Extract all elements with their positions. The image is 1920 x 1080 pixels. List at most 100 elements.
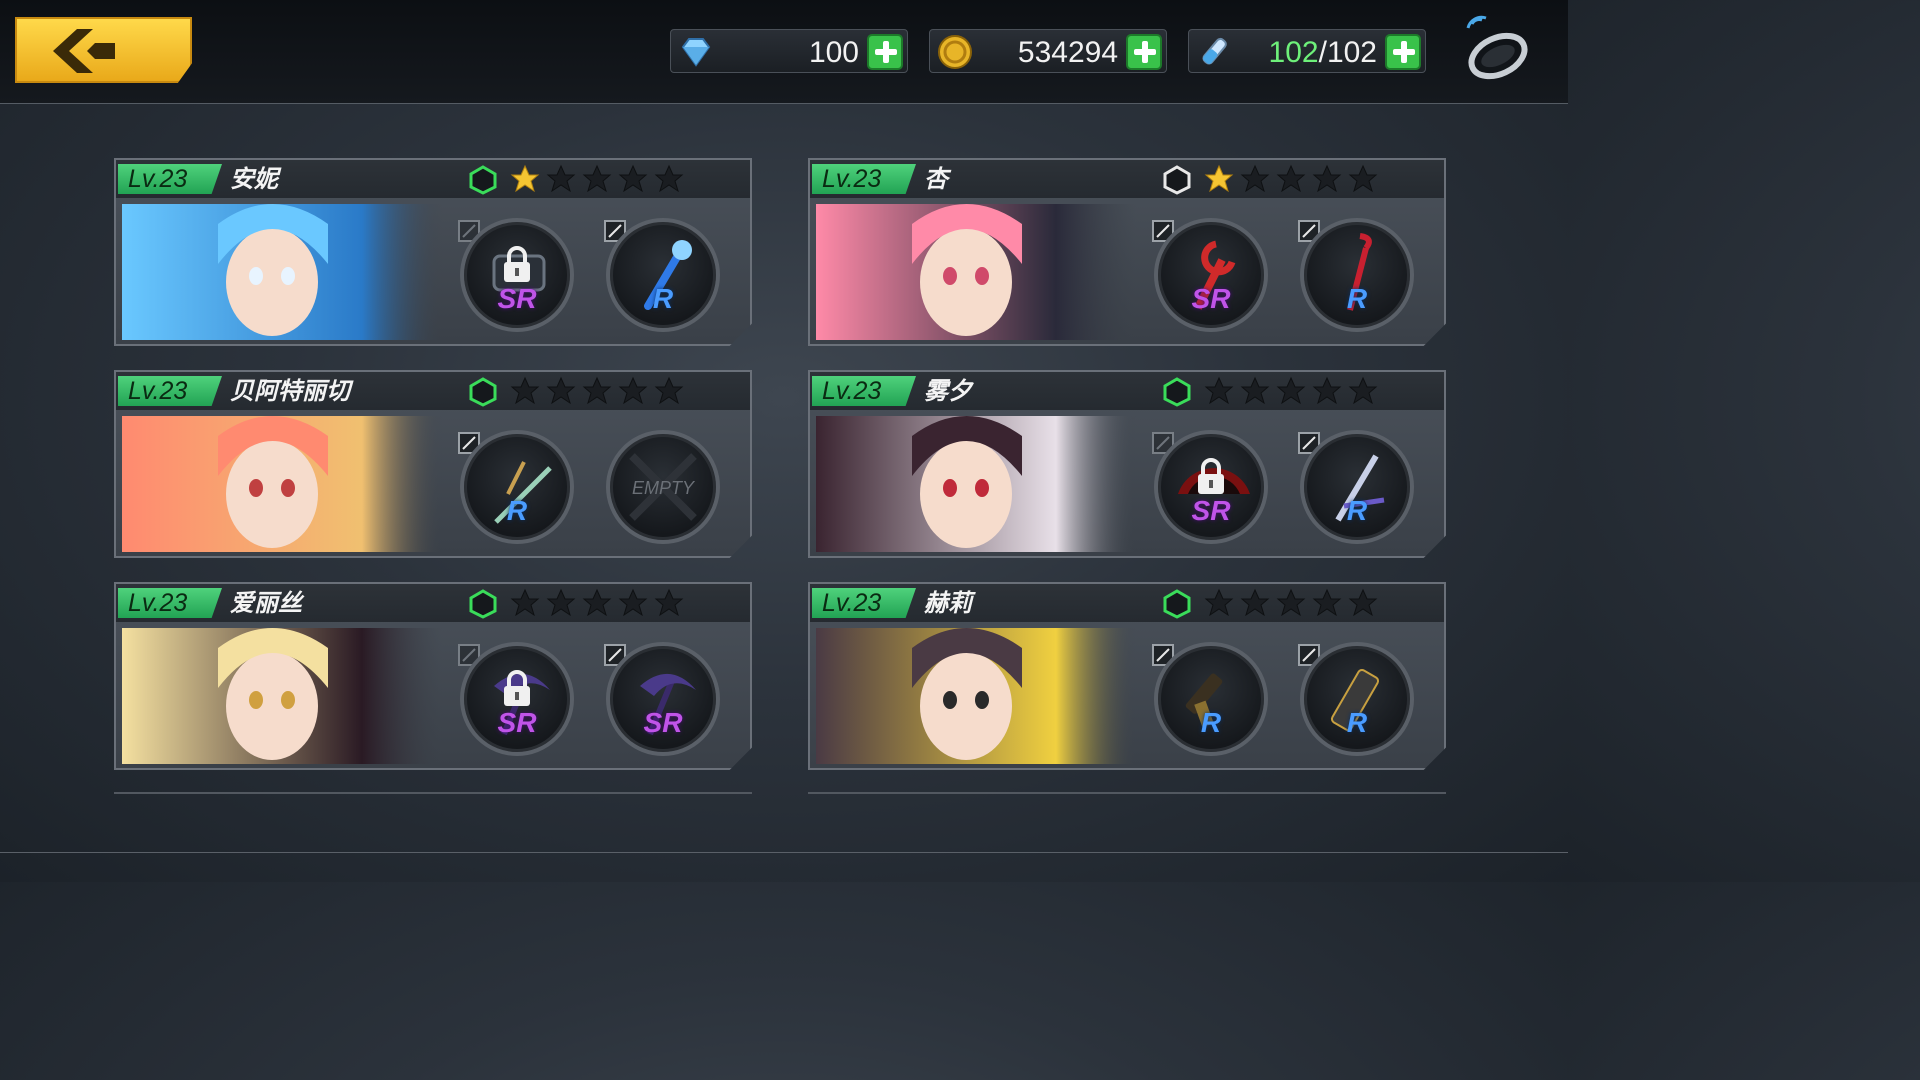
character-portrait bbox=[122, 204, 442, 340]
star-icon bbox=[618, 588, 648, 617]
star-rating bbox=[1204, 164, 1378, 196]
weapon-slot[interactable]: SR bbox=[460, 218, 574, 332]
star-icon bbox=[1276, 164, 1306, 193]
weapon-slot[interactable]: R bbox=[460, 430, 574, 544]
character-portrait bbox=[816, 416, 1136, 552]
settings-ring-icon[interactable] bbox=[1460, 14, 1532, 86]
hexagon-icon bbox=[1163, 377, 1191, 407]
star-icon bbox=[546, 376, 576, 405]
weapon-slot[interactable]: SR bbox=[460, 642, 574, 756]
star-icon bbox=[582, 376, 612, 405]
star-rating bbox=[510, 588, 684, 620]
weapon-slot[interactable]: R bbox=[1154, 642, 1268, 756]
card-header: Lv.23 贝阿特丽切 bbox=[116, 372, 750, 410]
character-name: 安妮 bbox=[230, 165, 278, 193]
card-header: Lv.23 雾夕 bbox=[810, 372, 1444, 410]
rarity-label: SR bbox=[1191, 283, 1231, 314]
level-badge: Lv.23 bbox=[812, 376, 916, 406]
star-icon bbox=[1240, 588, 1270, 617]
empty-slot-label: EMPTY bbox=[631, 478, 694, 498]
character-card[interactable]: Lv.23 爱丽丝 SR SR bbox=[114, 582, 752, 770]
star-icon bbox=[1348, 376, 1378, 405]
weapon-slot[interactable]: SR bbox=[1154, 218, 1268, 332]
gold-counter: 534294 bbox=[929, 29, 1167, 73]
star-icon bbox=[1312, 376, 1342, 405]
stamina-counter: 102/102 bbox=[1188, 29, 1426, 73]
star-icon bbox=[582, 164, 612, 193]
star-icon bbox=[1240, 164, 1270, 193]
weapon-slot[interactable]: EMPTY bbox=[606, 430, 720, 544]
gold-coin-icon bbox=[938, 35, 972, 69]
rarity-label: SR bbox=[497, 283, 537, 314]
star-icon bbox=[618, 164, 648, 193]
rarity-label: R bbox=[1346, 283, 1368, 314]
lock-icon bbox=[1198, 458, 1224, 494]
star-icon bbox=[582, 588, 612, 617]
rarity-label: R bbox=[1346, 495, 1368, 526]
level-badge: Lv.23 bbox=[812, 588, 916, 618]
character-portrait bbox=[122, 416, 442, 552]
card-header: Lv.23 杏 bbox=[810, 160, 1444, 198]
star-icon bbox=[510, 588, 540, 617]
level-badge: Lv.23 bbox=[118, 588, 222, 618]
next-row-hint bbox=[808, 792, 1446, 796]
add-stamina-button[interactable] bbox=[1385, 34, 1421, 70]
star-icon bbox=[618, 376, 648, 405]
character-name: 贝阿特丽切 bbox=[230, 377, 350, 405]
level-badge: Lv.23 bbox=[118, 164, 222, 194]
rarity-label: SR bbox=[643, 707, 683, 738]
character-name: 赫莉 bbox=[924, 589, 972, 617]
character-card[interactable]: Lv.23 安妮 SR R bbox=[114, 158, 752, 346]
rarity-label: R bbox=[506, 495, 528, 526]
hexagon-icon bbox=[1163, 589, 1191, 619]
rarity-label: SR bbox=[1191, 495, 1231, 526]
character-card[interactable]: Lv.23 贝阿特丽切 R EMPTY bbox=[114, 370, 752, 558]
hexagon-icon bbox=[469, 589, 497, 619]
card-header: Lv.23 安妮 bbox=[116, 160, 750, 198]
star-icon bbox=[654, 376, 684, 405]
bottom-divider bbox=[0, 852, 1568, 853]
gems-value: 100 bbox=[808, 36, 859, 69]
character-name: 雾夕 bbox=[924, 377, 972, 405]
rarity-label: R bbox=[1346, 707, 1368, 738]
gem-icon bbox=[681, 38, 711, 67]
weapon-slot[interactable]: R bbox=[606, 218, 720, 332]
weapon-slot[interactable]: SR bbox=[1154, 430, 1268, 544]
star-icon bbox=[510, 376, 540, 405]
hexagon-icon bbox=[469, 377, 497, 407]
back-button[interactable] bbox=[15, 17, 192, 83]
hexagon-icon bbox=[469, 165, 497, 195]
stamina-current: 102 bbox=[1268, 36, 1319, 69]
character-card[interactable]: Lv.23 杏 SR R bbox=[808, 158, 1446, 346]
star-icon bbox=[1348, 588, 1378, 617]
character-name: 杏 bbox=[924, 165, 948, 193]
star-rating bbox=[1204, 588, 1378, 620]
character-card[interactable]: Lv.23 雾夕 SR R bbox=[808, 370, 1446, 558]
character-card[interactable]: Lv.23 赫莉 R R bbox=[808, 582, 1446, 770]
star-icon bbox=[1240, 376, 1270, 405]
back-arrow-icon bbox=[53, 29, 115, 73]
lock-icon bbox=[504, 246, 530, 282]
star-rating bbox=[1204, 376, 1378, 408]
level-badge: Lv.23 bbox=[812, 164, 916, 194]
character-name: 爱丽丝 bbox=[230, 589, 302, 617]
star-icon bbox=[1312, 588, 1342, 617]
top-bar: 100 534294 102/102 bbox=[0, 0, 1568, 104]
star-icon bbox=[510, 164, 540, 193]
star-icon bbox=[1204, 588, 1234, 617]
stamina-max: 102 bbox=[1326, 36, 1377, 69]
weapon-slot[interactable]: R bbox=[1300, 642, 1414, 756]
gold-value: 534294 bbox=[1017, 36, 1118, 69]
gems-counter: 100 bbox=[670, 29, 908, 73]
add-gold-button[interactable] bbox=[1126, 34, 1162, 70]
character-portrait bbox=[816, 204, 1136, 340]
star-icon bbox=[654, 588, 684, 617]
hexagon-icon bbox=[1163, 165, 1191, 195]
weapon-slot[interactable]: SR bbox=[606, 642, 720, 756]
star-icon bbox=[546, 164, 576, 193]
card-header: Lv.23 爱丽丝 bbox=[116, 584, 750, 622]
weapon-slot[interactable]: R bbox=[1300, 430, 1414, 544]
weapon-slot[interactable]: R bbox=[1300, 218, 1414, 332]
add-gems-button[interactable] bbox=[867, 34, 903, 70]
star-rating bbox=[510, 376, 684, 408]
